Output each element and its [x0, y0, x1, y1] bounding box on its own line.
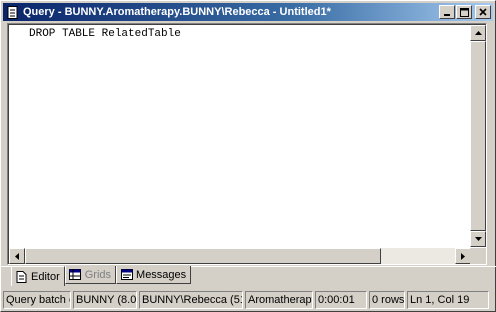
close-button[interactable]: [475, 5, 491, 19]
arrow-down-icon: [474, 237, 482, 241]
maximize-button[interactable]: [456, 5, 472, 19]
status-cursor-position: Ln 1, Col 19: [407, 291, 489, 309]
tab-messages-label: Messages: [136, 268, 187, 281]
tab-editor[interactable]: Editor: [11, 266, 65, 286]
query-text[interactable]: DROP TABLE RelatedTable: [29, 28, 181, 40]
tab-messages[interactable]: Messages: [116, 266, 192, 284]
status-server: BUNNY (8.0): [73, 291, 137, 309]
tab-grids[interactable]: Grids: [64, 266, 117, 284]
window-title: Query - BUNNY.Aromatherapy.BUNNY\Rebecca…: [23, 6, 331, 18]
maximize-icon: [459, 7, 469, 17]
pane-tabs: Editor Grids Messages: [11, 266, 192, 286]
close-icon: [479, 8, 487, 16]
query-editor[interactable]: DROP TABLE RelatedTable: [7, 23, 487, 265]
document-icon: [15, 270, 28, 283]
tab-editor-label: Editor: [31, 270, 60, 283]
horizontal-scroll-thumb[interactable]: [25, 248, 381, 264]
minimize-button[interactable]: [439, 5, 455, 19]
messages-icon: [120, 268, 133, 281]
query-document-icon: [6, 5, 20, 19]
scrollbar-corner: [470, 248, 486, 264]
scroll-left-button[interactable]: [9, 248, 25, 264]
arrow-right-icon: [461, 252, 465, 260]
status-message: Query batch cc: [3, 291, 71, 309]
arrow-up-icon: [474, 31, 482, 35]
title-bar[interactable]: Query - BUNNY.Aromatherapy.BUNNY\Rebecca…: [3, 3, 493, 21]
vertical-scrollbar[interactable]: [470, 25, 486, 247]
scroll-right-button[interactable]: [455, 248, 471, 264]
scroll-down-button[interactable]: [470, 231, 486, 247]
status-database: Aromatherapy: [245, 291, 313, 309]
vertical-scroll-thumb[interactable]: [470, 41, 486, 231]
status-row-count: 0 rows: [369, 291, 405, 309]
horizontal-scrollbar[interactable]: [9, 248, 471, 264]
minimize-icon: [444, 14, 450, 16]
status-elapsed-time: 0:00:01: [315, 291, 367, 309]
status-bar: Query batch cc BUNNY (8.0) BUNNY\Rebecca…: [3, 291, 495, 309]
scroll-up-button[interactable]: [470, 25, 486, 41]
query-window: Query - BUNNY.Aromatherapy.BUNNY\Rebecca…: [0, 0, 496, 312]
arrow-left-icon: [15, 252, 19, 260]
tab-grids-label: Grids: [84, 268, 112, 281]
status-user: BUNNY\Rebecca (51): [139, 291, 243, 309]
grid-icon: [69, 268, 82, 281]
